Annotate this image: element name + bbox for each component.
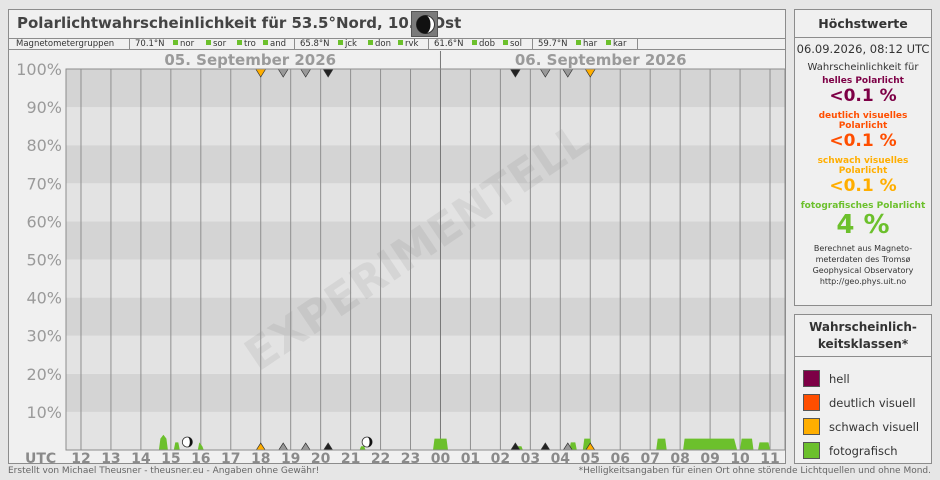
level-label-hell: helles Polarlicht xyxy=(822,76,904,86)
legend-item-schwach: schwach visuell xyxy=(803,418,919,436)
level-label-schwach: schwach visuelles Polarlicht xyxy=(817,156,909,176)
moon-marker xyxy=(361,436,373,448)
moon-marker xyxy=(181,436,193,448)
footer-note: *Helligkeitsangaben für einen Ort ohne s… xyxy=(578,466,931,476)
level-label-deutlich: deutlich visuelles Polarlicht xyxy=(818,111,908,131)
x-tick-label: 00 xyxy=(431,451,451,463)
level-value-deutlich: <0.1 % xyxy=(829,131,897,151)
legend-swatch xyxy=(803,418,820,435)
x-tick-label: 02 xyxy=(491,451,510,463)
y-tick-label: 70% xyxy=(26,174,62,193)
legend-item-hell: hell xyxy=(803,370,850,388)
y-tick-label: 40% xyxy=(26,289,62,308)
max-values-datetime: 06.09.2026, 08:12 UTC xyxy=(796,42,930,56)
legend-swatch xyxy=(803,394,820,411)
level-value-hell: <0.1 % xyxy=(829,86,897,106)
y-tick-label: 50% xyxy=(26,251,62,270)
date-label: 06. September 2026 xyxy=(515,51,687,69)
x-tick-label: 07 xyxy=(640,451,659,463)
grid-band xyxy=(66,107,785,146)
x-tick-label: 03 xyxy=(521,451,540,463)
x-tick-label: 10 xyxy=(730,451,750,463)
legend-panel: Wahrscheinlich- keitsklassen* hell deutl… xyxy=(794,314,932,464)
x-tick-label: 01 xyxy=(461,451,480,463)
x-tick-label: 17 xyxy=(221,451,240,463)
probability-chart: EXPERIMENTELL10%20%30%40%50%60%70%80%90%… xyxy=(16,51,785,463)
level-value-schwach: <0.1 % xyxy=(829,176,897,196)
x-tick-label: 14 xyxy=(131,451,151,463)
x-tick-label: 09 xyxy=(700,451,719,463)
grid-band xyxy=(66,335,785,374)
x-tick-label: 08 xyxy=(670,451,689,463)
x-tick-label: 11 xyxy=(760,451,779,463)
legend-heading: Wahrscheinlich- keitsklassen* xyxy=(795,315,931,357)
legend-item-deutlich: deutlich visuell xyxy=(803,394,916,412)
x-tick-label: 05 xyxy=(581,451,600,463)
y-tick-label: 90% xyxy=(26,98,62,117)
x-axis-prefix: UTC xyxy=(25,451,56,463)
y-tick-label: 80% xyxy=(26,136,62,155)
x-tick-label: 12 xyxy=(71,451,90,463)
x-tick-label: 16 xyxy=(191,451,210,463)
x-tick-label: 22 xyxy=(371,451,390,463)
level-value-fotografisch: 4 % xyxy=(836,210,890,240)
x-tick-label: 06 xyxy=(610,451,629,463)
max-values-panel: Höchstwerte 06.09.2026, 08:12 UTC Wahrsc… xyxy=(794,9,932,306)
data-source-note: Berechnet aus Magneto- meterdaten des Tr… xyxy=(812,244,914,286)
grid-band xyxy=(66,373,785,412)
y-tick-label: 20% xyxy=(26,365,62,384)
x-tick-label: 04 xyxy=(551,451,571,463)
x-tick-label: 23 xyxy=(401,451,420,463)
x-tick-label: 20 xyxy=(311,451,331,463)
x-tick-label: 18 xyxy=(251,451,270,463)
legend-swatch xyxy=(803,442,820,459)
forecast-panel: Polarlichtwahrscheinlichkeit für 53.5°No… xyxy=(8,9,786,464)
y-tick-label: 100% xyxy=(16,60,62,79)
x-tick-label: 19 xyxy=(281,451,300,463)
x-tick-label: 15 xyxy=(161,451,180,463)
max-values-heading: Höchstwerte xyxy=(795,10,931,38)
y-tick-label: 30% xyxy=(26,327,62,346)
legend-item-fotografisch: fotografisch xyxy=(803,442,898,460)
grid-band xyxy=(66,69,785,108)
y-tick-label: 10% xyxy=(26,403,62,422)
grid-band xyxy=(66,411,785,450)
grid-band xyxy=(66,297,785,336)
x-tick-label: 21 xyxy=(341,451,360,463)
footer-credit: Erstellt von Michael Theusner - theusner… xyxy=(8,466,320,476)
max-values-intro: Wahrscheinlichkeit für xyxy=(807,62,919,73)
grid-band xyxy=(66,145,785,184)
date-label: 05. September 2026 xyxy=(164,51,336,69)
y-tick-label: 60% xyxy=(26,212,62,231)
x-tick-label: 13 xyxy=(101,451,120,463)
legend-swatch xyxy=(803,370,820,387)
